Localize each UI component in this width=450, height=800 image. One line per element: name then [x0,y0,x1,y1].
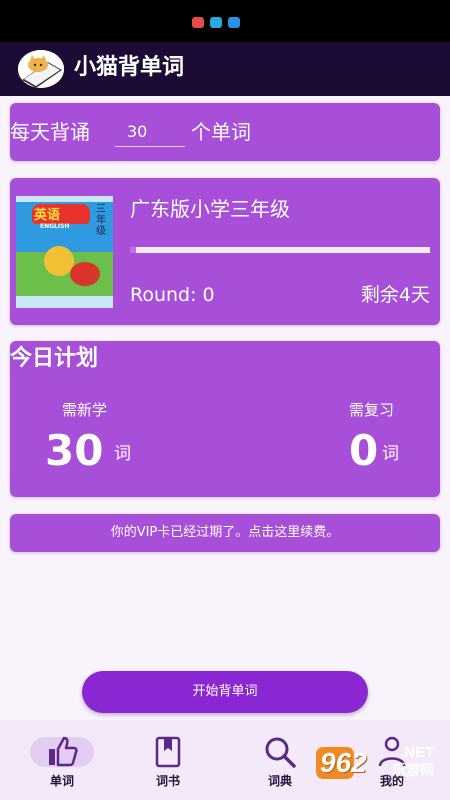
new-words-count: 30 [45,426,104,475]
nav-label-wordbooks: 词书 [155,774,180,788]
site-watermark: 962 .NET 乐游网 [316,744,448,782]
status-bar [0,0,450,42]
book-name: 广东版小学三年级 [130,197,290,221]
review-words-label: 需复习 [349,401,395,419]
vip-renewal-banner[interactable]: 你的VIP卡已经过期了。点击这里续费。 [10,514,440,552]
notification-app-icon-2 [210,17,222,28]
thumbs-up-icon [49,736,78,767]
book-progress-fill [130,247,136,253]
plan-title: 今日计划 [10,346,99,371]
review-words-count: 0 [349,426,379,475]
new-words-label: 需新学 [62,401,108,419]
notification-app-icon-3 [228,17,240,28]
watermark-site-name: 乐游网 [392,763,434,779]
daily-count-card: 每天背诵 个单词 [10,103,440,161]
notification-icons [192,17,240,28]
daily-count-input[interactable] [115,117,185,147]
book-cover-grade: 三年级 [96,204,106,237]
book-cover-subtitle: ENGLISH [40,223,70,230]
vip-notice-text: 你的VIP卡已经过期了。点击这里续费。 [110,525,340,540]
app-title: 小猫背单词 [74,55,185,80]
notification-app-icon-1 [192,17,204,28]
round-text: Round: 0 [130,284,215,306]
new-words-unit: 词 [114,444,131,464]
daily-count-suffix: 个单词 [191,120,251,144]
nav-label-words: 单词 [49,774,74,788]
watermark-number: 962 [320,747,367,778]
app-bar [0,42,450,96]
book-progress-bar [130,247,430,253]
daily-count-prefix: 每天背诵 [10,120,90,144]
word-book-card[interactable]: 英语 ENGLISH 三年级 广东版小学三年级 Round: 0 剩余4天 [10,178,440,325]
bookmark-book-icon [155,736,181,768]
nav-item-words[interactable]: 单词 [22,720,102,800]
nav-item-wordbooks[interactable]: 词书 [128,720,208,800]
remaining-days-text: 剩余4天 [360,284,430,306]
search-icon [265,737,296,768]
nav-item-dictionary[interactable]: 词典 [240,720,320,800]
nav-label-dictionary: 词典 [267,774,292,788]
start-learning-button[interactable]: 开始背单词 [82,671,368,713]
today-plan-card: 今日计划 需新学 30 词 需复习 0 词 [10,341,440,497]
book-cover-image: 英语 ENGLISH 三年级 [16,196,113,308]
book-cover-title: 英语 [34,208,61,223]
watermark-domain: .NET [400,744,435,761]
review-words-unit: 词 [382,444,399,464]
cat-logo-icon[interactable] [18,50,64,88]
